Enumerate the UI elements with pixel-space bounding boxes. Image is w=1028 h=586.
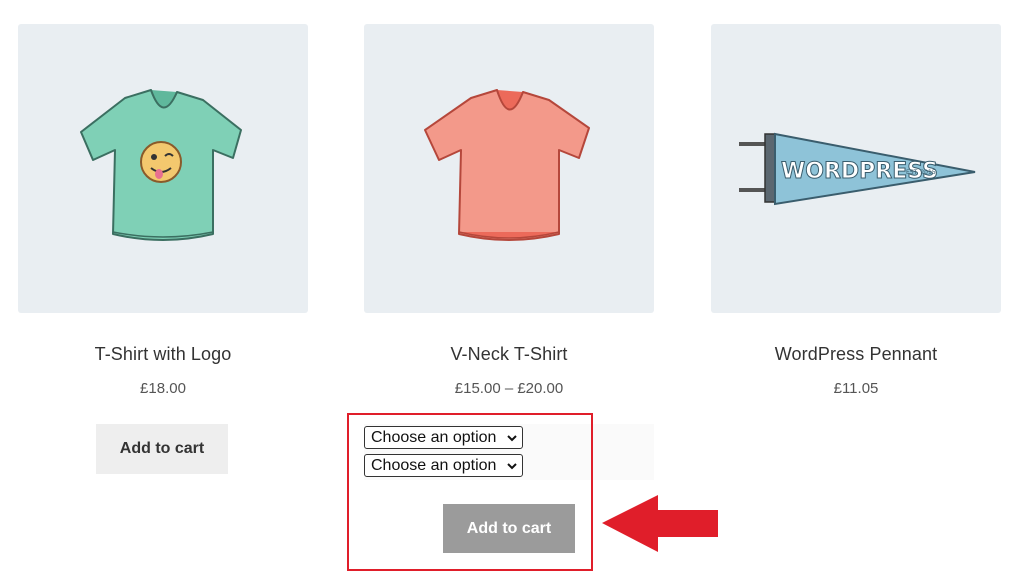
product-price: £18.00 — [140, 380, 186, 397]
product-price: £11.05 — [833, 380, 879, 397]
pennant-icon: WORDPRESS EST. 2015 — [739, 132, 976, 205]
tshirt-logo-icon — [80, 88, 242, 241]
svg-text:EST. 2015: EST. 2015 — [906, 169, 936, 176]
arrow-left-icon — [602, 495, 718, 552]
highlight-box — [347, 413, 593, 571]
product-image-tshirt-logo[interactable] — [18, 24, 308, 313]
product-image-pennant[interactable]: WORDPRESS EST. 2015 — [711, 24, 1001, 313]
product-card-pennant: WORDPRESS EST. 2015 WordPress Pennant £1… — [711, 24, 1001, 400]
product-price: £15.00 – £20.00 — [454, 380, 564, 397]
product-title[interactable]: T-Shirt with Logo — [18, 342, 308, 366]
product-image-vneck[interactable] — [364, 24, 654, 313]
add-to-cart-button[interactable]: Add to cart — [96, 424, 228, 474]
product-card-tshirt-logo: T-Shirt with Logo £18.00 — [18, 24, 308, 400]
product-grid: T-Shirt with Logo £18.00 V-Neck T-Shirt … — [0, 0, 1028, 586]
product-title[interactable]: V-Neck T-Shirt — [364, 342, 654, 366]
product-title[interactable]: WordPress Pennant — [711, 342, 1001, 366]
product-card-vneck: V-Neck T-Shirt £15.00 – £20.00 — [364, 24, 654, 400]
vneck-tshirt-icon — [424, 88, 590, 241]
